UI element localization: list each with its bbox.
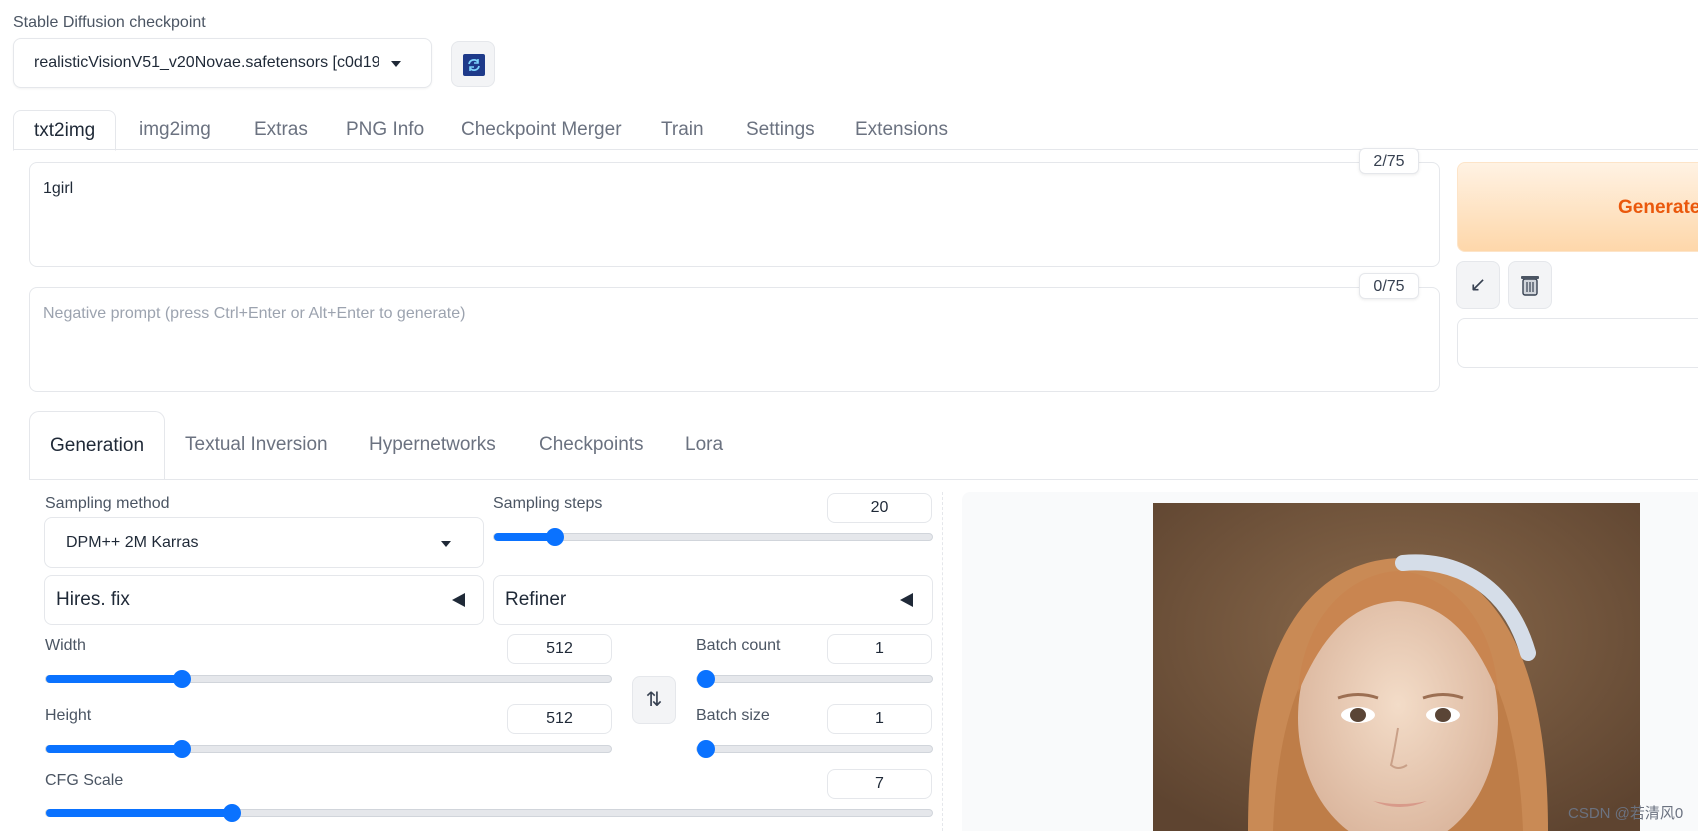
sampling-steps-input[interactable]: 20 [827, 493, 932, 523]
slider-thumb[interactable] [172, 740, 191, 758]
clear-prompt-button[interactable] [1508, 261, 1552, 309]
cfg-scale-input[interactable]: 7 [827, 769, 932, 799]
sampling-steps-slider[interactable] [493, 528, 933, 546]
negative-prompt-placeholder: Negative prompt (press Ctrl+Enter or Alt… [43, 305, 466, 322]
batch-size-label: Batch size [696, 707, 770, 724]
subtab-hypernetworks[interactable]: Hypernetworks [369, 411, 496, 479]
subtab-lora[interactable]: Lora [685, 411, 723, 479]
slider-thumb[interactable] [172, 670, 191, 688]
checkpoint-label: Stable Diffusion checkpoint [13, 14, 206, 31]
collapse-arrow-icon [452, 593, 465, 607]
sampling-method-value: DPM++ 2M Karras [66, 534, 199, 551]
batch-size-slider[interactable] [696, 740, 933, 758]
height-slider[interactable] [45, 740, 612, 758]
slider-fill [46, 745, 182, 753]
collapse-arrow-icon [900, 593, 913, 607]
hires-fix-accordion[interactable]: Hires. fix [44, 575, 484, 625]
checkpoint-value: realisticVisionV51_v20Novae.safetensors … [34, 54, 379, 71]
trash-icon [1520, 276, 1540, 301]
panel-divider [942, 492, 943, 831]
tab-img2img[interactable]: img2img [139, 110, 211, 150]
subtab-textual-inversion[interactable]: Textual Inversion [185, 411, 328, 479]
generate-button[interactable]: Generate [1457, 162, 1698, 252]
chevron-down-icon [441, 541, 451, 547]
generated-image[interactable] [1153, 503, 1640, 831]
width-label: Width [45, 637, 86, 654]
subtab-checkpoints[interactable]: Checkpoints [539, 411, 644, 479]
cfg-scale-slider[interactable] [45, 804, 933, 822]
cfg-scale-label: CFG Scale [45, 772, 124, 789]
height-label: Height [45, 707, 92, 724]
hires-fix-label: Hires. fix [56, 589, 130, 610]
slider-fill [46, 809, 233, 817]
width-slider[interactable] [45, 670, 612, 688]
width-input[interactable]: 512 [507, 634, 612, 664]
watermark: CSDN @若清风0 [1568, 805, 1684, 822]
slider-thumb[interactable] [223, 804, 242, 822]
tabs-divider [13, 149, 1698, 150]
batch-count-input[interactable]: 1 [827, 634, 932, 664]
swap-dimensions-button[interactable]: ⇅ [632, 676, 676, 724]
slider-thumb[interactable] [697, 670, 715, 688]
prompt-text: 1girl [43, 180, 74, 197]
batch-count-label: Batch count [696, 637, 781, 654]
sampling-method-dropdown[interactable]: DPM++ 2M Karras [44, 517, 484, 568]
prompt-token-counter: 2/75 [1359, 148, 1419, 174]
arrow-down-left-icon: ↙ [1469, 274, 1487, 296]
refresh-icon [463, 54, 485, 76]
negative-prompt-input[interactable]: Negative prompt (press Ctrl+Enter or Alt… [29, 287, 1440, 392]
slider-thumb[interactable] [697, 740, 715, 758]
subtab-generation[interactable]: Generation [29, 411, 166, 480]
slider-fill [46, 675, 182, 683]
tab-extensions[interactable]: Extensions [855, 110, 948, 150]
read-generation-params-button[interactable]: ↙ [1456, 261, 1500, 309]
negative-prompt-token-counter: 0/75 [1359, 273, 1419, 299]
slider-thumb[interactable] [546, 528, 565, 546]
height-input[interactable]: 512 [507, 704, 612, 734]
tab-png-info[interactable]: PNG Info [346, 110, 424, 150]
generate-label: Generate [1618, 197, 1698, 218]
prompt-input[interactable]: 1girl [29, 162, 1440, 267]
chevron-down-icon [391, 61, 401, 67]
tab-extras[interactable]: Extras [254, 110, 308, 150]
refresh-checkpoints-button[interactable] [451, 41, 495, 87]
batch-count-slider[interactable] [696, 670, 933, 688]
swap-vertical-icon: ⇅ [645, 689, 663, 711]
sampling-steps-label: Sampling steps [493, 495, 603, 512]
tab-checkpoint-merger[interactable]: Checkpoint Merger [461, 110, 622, 150]
sampling-method-label: Sampling method [45, 495, 170, 512]
tab-settings[interactable]: Settings [746, 110, 815, 150]
tab-txt2img[interactable]: txt2img [13, 110, 117, 151]
refiner-accordion[interactable]: Refiner [493, 575, 933, 625]
tab-train[interactable]: Train [661, 110, 704, 150]
styles-dropdown[interactable] [1457, 318, 1698, 368]
checkpoint-dropdown[interactable]: realisticVisionV51_v20Novae.safetensors … [13, 38, 432, 88]
subtabs-divider [29, 479, 1698, 480]
refiner-label: Refiner [505, 589, 567, 610]
batch-size-input[interactable]: 1 [827, 704, 932, 734]
